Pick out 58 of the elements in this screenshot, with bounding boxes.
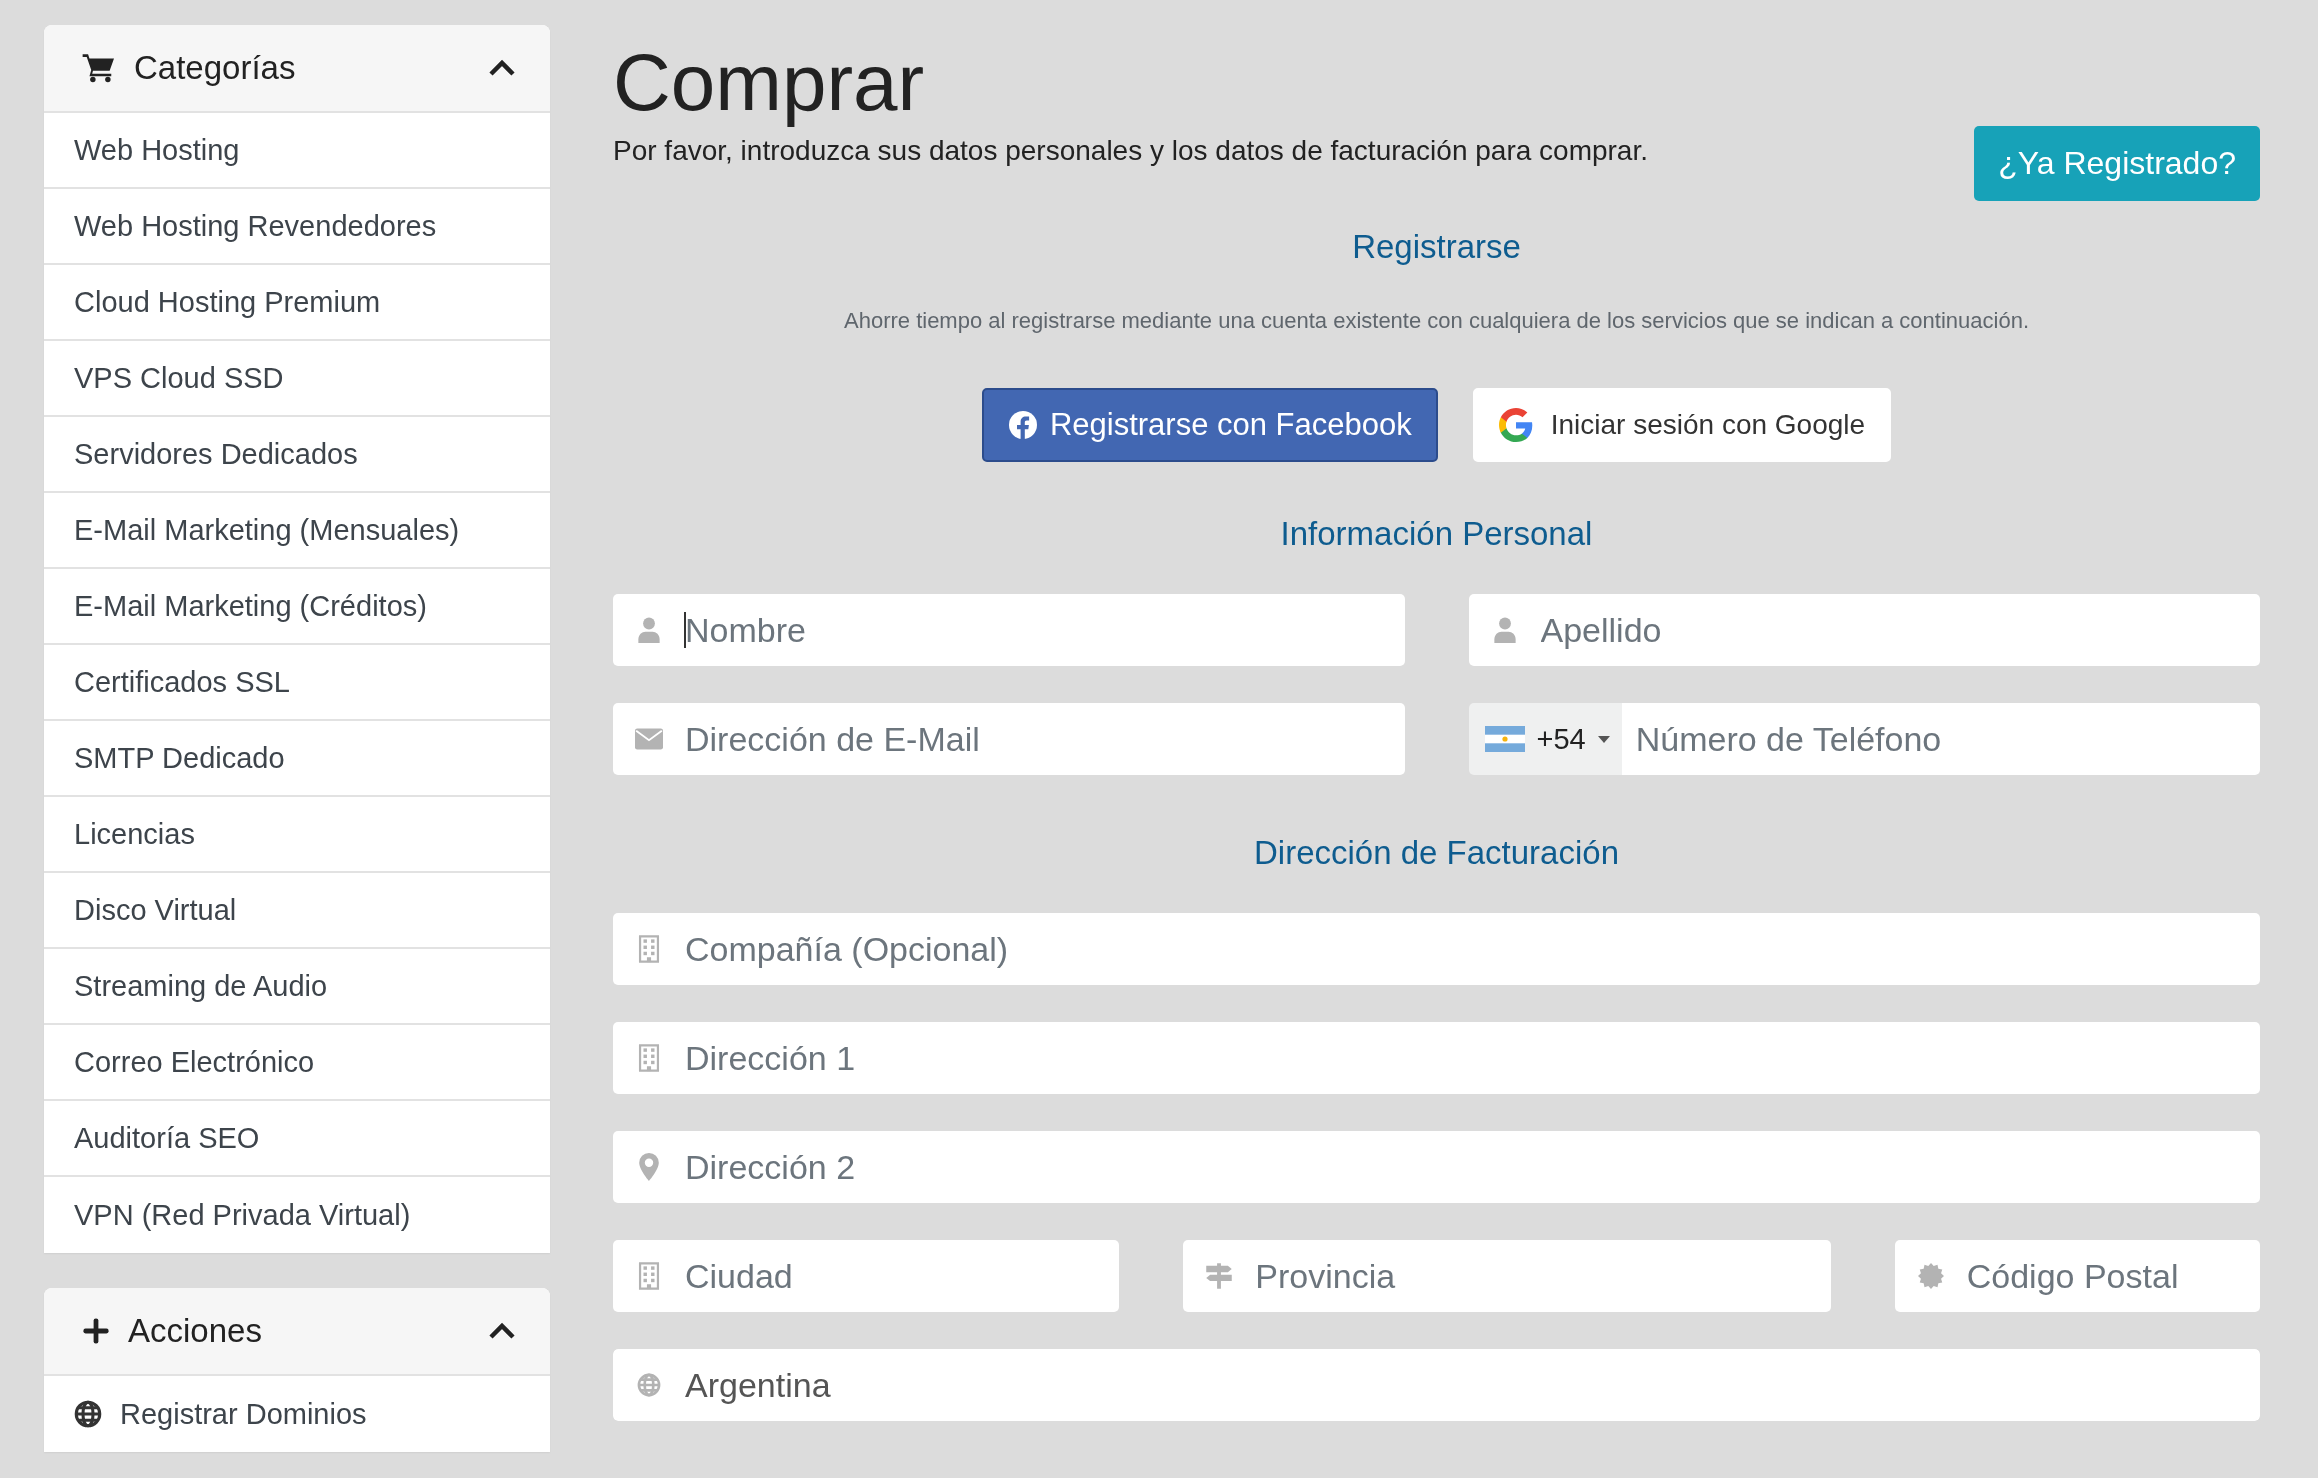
signpost-icon	[1205, 1263, 1234, 1289]
caret-down-icon	[1597, 735, 1610, 743]
section-heading: Dirección de Facturación	[1253, 833, 1620, 873]
input-field[interactable]: Código Postal	[1894, 1240, 2260, 1312]
building-icon	[638, 1044, 660, 1072]
phone-field[interactable]: Número de Teléfono	[1621, 703, 2260, 775]
page-title: Comprar	[613, 39, 926, 127]
sidebar-item[interactable]: Streaming de Audio	[44, 949, 550, 1025]
panel-title: Acciones	[128, 1312, 263, 1350]
input-field[interactable]: Dirección 2	[613, 1131, 2260, 1203]
globe-icon	[74, 1400, 102, 1428]
input-field[interactable]: Dirección de E-Mail	[613, 703, 1405, 775]
sidebar-item[interactable]: Registrar Dominios	[44, 1376, 550, 1452]
input-field[interactable]: Compañía (Opcional)	[613, 913, 2260, 985]
chevron-up-icon[interactable]	[488, 59, 516, 77]
sidebar-item[interactable]: Servidores Dedicados	[44, 417, 550, 493]
sidebar-item[interactable]: Disco Virtual	[44, 873, 550, 949]
map-pin-icon	[639, 1153, 659, 1181]
building-icon	[638, 1262, 660, 1290]
building-icon	[638, 935, 660, 963]
user-icon	[1492, 617, 1517, 643]
envelope-icon	[635, 728, 663, 750]
cart-icon	[82, 53, 116, 83]
google-icon	[1498, 408, 1533, 442]
input-field[interactable]: Apellido	[1468, 594, 2260, 666]
item-label: Registrar Dominios	[120, 1397, 367, 1431]
sidebar-item[interactable]: Correo Electrónico	[44, 1025, 550, 1101]
section-heading: Información Personal	[1279, 514, 1594, 554]
globe-icon	[637, 1373, 661, 1397]
input-field[interactable]: Ciudad	[613, 1240, 1120, 1312]
signup-note: Ahorre tiempo al registrarse mediante una cuenta existente con cualquiera de los servicios que se indican a continuación.	[843, 307, 2030, 335]
sidebar-item[interactable]: E-Mail Marketing (Mensuales)	[44, 493, 550, 569]
plus-icon	[82, 1317, 110, 1345]
sidebar-item[interactable]: SMTP Dedicado	[44, 721, 550, 797]
input-field[interactable]: Nombre	[613, 594, 1405, 666]
sidebar-item[interactable]: Web Hosting	[44, 113, 550, 189]
facebook-signup-button[interactable]: Registrarse con Facebook	[981, 388, 1438, 462]
facebook-icon	[1007, 410, 1038, 440]
sidebar-item[interactable]: Certificados SSL	[44, 645, 550, 721]
intro-text: Por favor, introduzca sus datos personales y los datos de facturación para comprar.	[613, 135, 1649, 167]
sidebar-item[interactable]: Licencias	[44, 797, 550, 873]
sidebar-item[interactable]: Auditoría SEO	[44, 1101, 550, 1177]
sidebar-item[interactable]: Web Hosting Revendedores	[44, 189, 550, 265]
google-signin-button[interactable]: Iniciar sesión con Google	[1472, 388, 1892, 462]
sidebar-item[interactable]: VPN (Red Privada Virtual)	[44, 1177, 550, 1253]
chevron-up-icon[interactable]	[488, 1322, 516, 1340]
section-heading: Registrarse	[1351, 227, 1522, 267]
sidebar-item[interactable]: VPS Cloud SSD	[44, 341, 550, 417]
sidebar-item[interactable]: E-Mail Marketing (Créditos)	[44, 569, 550, 645]
panel-title: Categorías	[134, 49, 297, 87]
country-code-dropdown[interactable]: +54	[1468, 703, 1622, 775]
sidebar-item[interactable]: Cloud Hosting Premium	[44, 265, 550, 341]
country-select[interactable]: Argentina	[613, 1349, 2260, 1421]
input-field[interactable]: Dirección 1	[613, 1022, 2260, 1094]
user-icon	[637, 617, 661, 643]
seal-icon	[1917, 1263, 1944, 1289]
input-field[interactable]: Provincia	[1183, 1240, 1831, 1312]
flag-icon	[1484, 726, 1525, 752]
